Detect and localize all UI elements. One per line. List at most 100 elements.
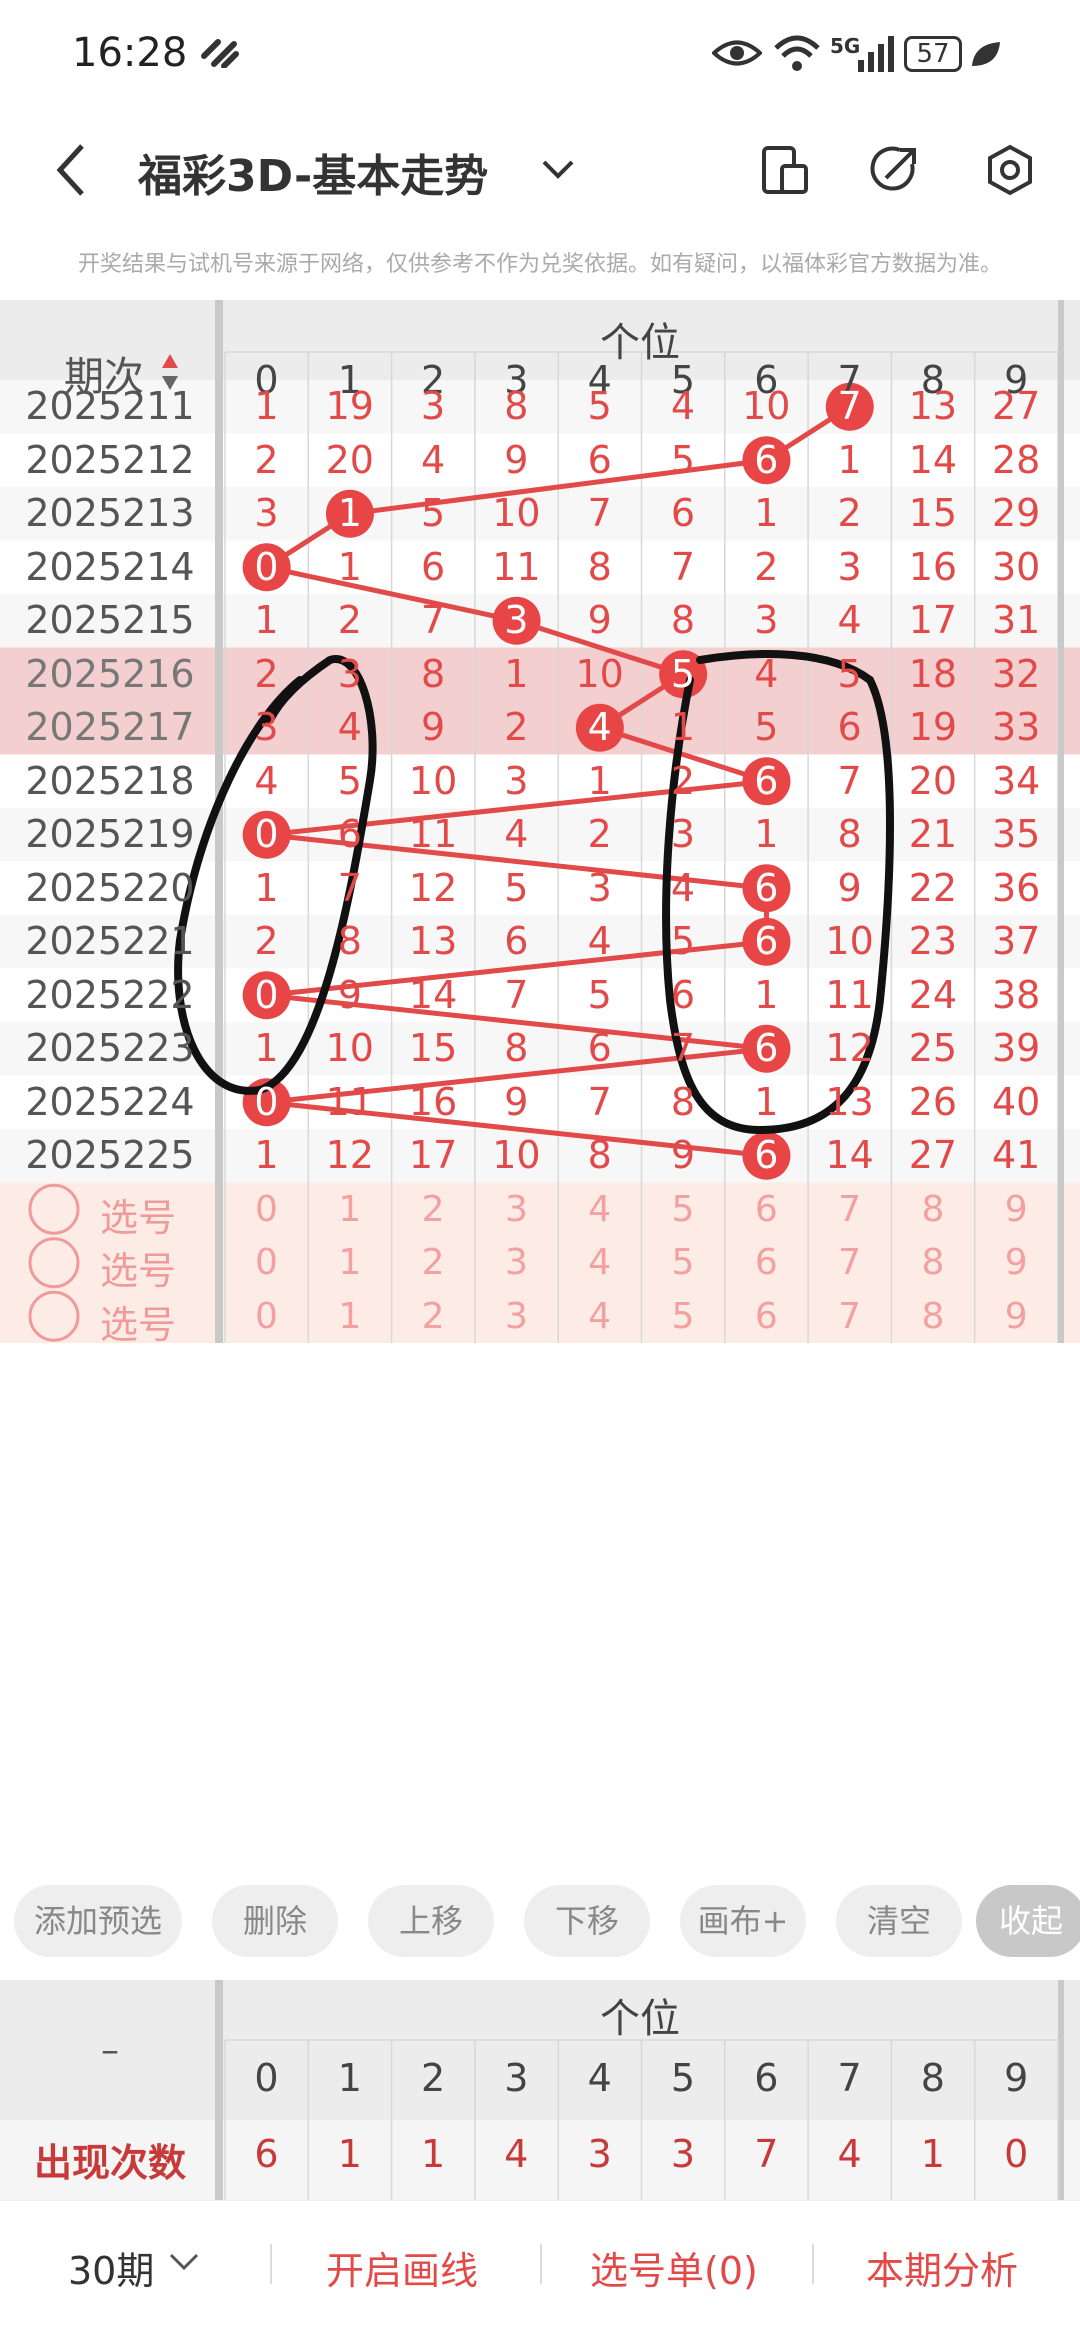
signal-icon <box>858 36 894 72</box>
pick-digit[interactable]: 8 <box>891 1189 974 1230</box>
pick-digit[interactable]: 1 <box>308 1296 391 1337</box>
share-icon[interactable] <box>868 144 920 196</box>
pick-digit[interactable]: 3 <box>475 1296 558 1337</box>
omission-value: 1 <box>254 598 279 642</box>
pick-digit[interactable]: 0 <box>225 1189 308 1230</box>
omission-value: 14 <box>825 1133 874 1177</box>
pick-digit[interactable]: 6 <box>725 1296 808 1337</box>
occurrence-count: 6 <box>254 2132 279 2176</box>
period-header[interactable]: 期次 <box>64 344 144 402</box>
clear-button[interactable]: 清空 <box>836 1885 962 1957</box>
hit-digit[interactable]: 0 <box>225 545 308 589</box>
stats-group-header: 个位 <box>600 1996 680 2042</box>
pick-digit[interactable]: 0 <box>225 1242 308 1283</box>
omission-value: 4 <box>504 812 529 856</box>
sort-icon[interactable] <box>160 350 180 394</box>
hit-digit[interactable]: 6 <box>725 1026 808 1070</box>
hit-digit[interactable]: 4 <box>558 705 641 749</box>
device-icon[interactable] <box>760 144 810 196</box>
hit-digit[interactable]: 6 <box>725 1133 808 1177</box>
omission-value: 10 <box>575 651 624 696</box>
omission-value: 20 <box>908 758 958 803</box>
delete-button[interactable]: 删除 <box>212 1885 338 1957</box>
pick-digit[interactable]: 4 <box>558 1296 641 1337</box>
omission-value: 27 <box>908 1133 958 1177</box>
omission-value: 9 <box>587 598 612 642</box>
pick-label[interactable]: 选号 <box>100 1187 176 1242</box>
hit-digit[interactable]: 6 <box>725 759 808 803</box>
omission-value: 10 <box>825 919 874 963</box>
period-count-select[interactable]: 30期 <box>68 2240 154 2295</box>
pick-digit[interactable]: 9 <box>975 1296 1058 1337</box>
pick-digit[interactable]: 7 <box>808 1242 891 1283</box>
hit-digit[interactable]: 6 <box>725 438 808 482</box>
pick-digit[interactable]: 3 <box>475 1189 558 1230</box>
omission-value: 27 <box>992 384 1041 428</box>
back-icon[interactable] <box>52 142 92 198</box>
omission-value: 4 <box>754 651 779 696</box>
pick-digit[interactable]: 0 <box>225 1296 308 1337</box>
pick-label[interactable]: 选号 <box>100 1294 176 1349</box>
omission-value: 17 <box>908 598 958 642</box>
pick-digit[interactable]: 2 <box>392 1242 475 1283</box>
settings-icon[interactable] <box>984 144 1036 196</box>
hit-digit[interactable]: 6 <box>725 919 808 963</box>
omission-value: 40 <box>992 1079 1041 1124</box>
omission-value: 1 <box>254 384 279 428</box>
pick-list-button[interactable]: 选号单(0) <box>590 2240 758 2295</box>
pick-digit[interactable]: 8 <box>891 1296 974 1337</box>
pick-digit[interactable]: 1 <box>308 1242 391 1283</box>
stats-digit-header: 0 <box>254 2056 279 2100</box>
omission-value: 9 <box>504 1079 529 1124</box>
pick-digit[interactable]: 4 <box>558 1189 641 1230</box>
chevron-down-icon[interactable] <box>168 2252 200 2274</box>
battery-level: 57 <box>916 39 950 69</box>
omission-value: 3 <box>754 598 779 642</box>
pick-digit[interactable]: 5 <box>642 1189 725 1230</box>
hit-digit[interactable]: 3 <box>475 598 558 642</box>
pick-digit[interactable]: 6 <box>725 1189 808 1230</box>
hit-digit[interactable]: 0 <box>225 812 308 856</box>
omission-value: 6 <box>504 919 529 963</box>
canvas-plus-button[interactable]: 画布+ <box>680 1885 806 1957</box>
hit-digit[interactable]: 5 <box>642 652 725 696</box>
pick-label[interactable]: 选号 <box>100 1240 176 1295</box>
collapse-button[interactable]: 收起 <box>976 1885 1080 1957</box>
hit-digit[interactable]: 6 <box>725 866 808 910</box>
hit-digit[interactable]: 7 <box>808 384 891 428</box>
omission-value: 9 <box>504 437 529 482</box>
period-number: 2025212 <box>25 437 195 482</box>
pick-digit[interactable]: 5 <box>642 1242 725 1283</box>
move-up-button[interactable]: 上移 <box>368 1885 494 1957</box>
hit-digit[interactable]: 1 <box>308 491 391 535</box>
hit-digit[interactable]: 0 <box>225 973 308 1017</box>
omission-value: 3 <box>504 758 529 803</box>
occurrence-count: 1 <box>920 2132 945 2176</box>
pick-digit[interactable]: 7 <box>808 1189 891 1230</box>
pick-digit[interactable]: 3 <box>475 1242 558 1283</box>
pick-digit[interactable]: 4 <box>558 1242 641 1283</box>
pick-digit[interactable]: 5 <box>642 1296 725 1337</box>
page-title[interactable]: 福彩3D-基本走势 <box>138 140 488 204</box>
pick-digit[interactable]: 8 <box>891 1242 974 1283</box>
occurrence-count: 1 <box>337 2132 362 2176</box>
pick-digit[interactable]: 2 <box>392 1296 475 1337</box>
period-analysis-button[interactable]: 本期分析 <box>866 2240 1018 2295</box>
pick-digit[interactable]: 9 <box>975 1189 1058 1230</box>
chevron-down-icon[interactable] <box>540 158 576 182</box>
pick-digit[interactable]: 2 <box>392 1189 475 1230</box>
pick-digit[interactable]: 9 <box>975 1242 1058 1283</box>
draw-lines-button[interactable]: 开启画线 <box>326 2240 478 2295</box>
omission-value: 32 <box>992 651 1041 696</box>
vpn-icon <box>201 39 239 68</box>
move-down-button[interactable]: 下移 <box>524 1885 650 1957</box>
pick-digit[interactable]: 6 <box>725 1242 808 1283</box>
omission-value: 33 <box>992 705 1041 749</box>
omission-value: 7 <box>837 758 862 803</box>
hit-digit[interactable]: 0 <box>225 1080 308 1124</box>
omission-value: 24 <box>908 972 958 1017</box>
period-number: 2025215 <box>25 598 195 642</box>
add-preselect-button[interactable]: 添加预选 <box>14 1885 182 1957</box>
pick-digit[interactable]: 7 <box>808 1296 891 1337</box>
pick-digit[interactable]: 1 <box>308 1189 391 1230</box>
